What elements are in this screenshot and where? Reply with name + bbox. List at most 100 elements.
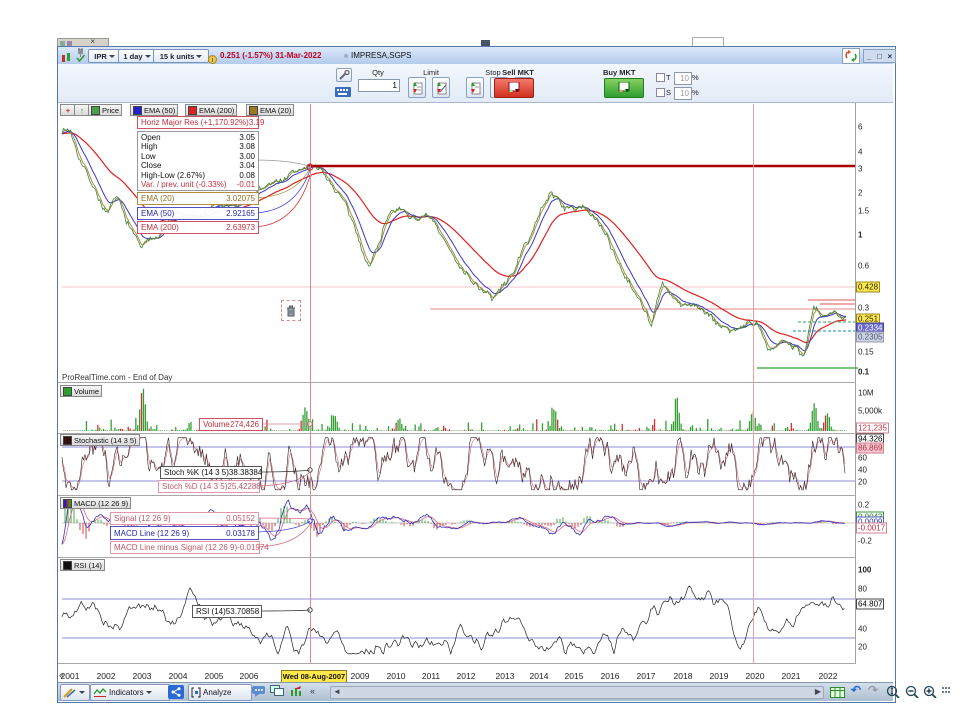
axis-label: 64.807 <box>856 599 884 610</box>
legend-ema20[interactable]: EMA (20) <box>246 104 294 116</box>
brackets-icon <box>191 687 201 698</box>
horizontal-scrollbar[interactable]: ◄ ▶ <box>330 686 824 699</box>
legend-ema200[interactable]: EMA (200) <box>185 104 237 116</box>
zoom-vertical-icon[interactable] <box>886 685 900 698</box>
bullet-icon <box>344 54 348 58</box>
stop-loss-pct-input[interactable] <box>674 87 692 100</box>
zoom-out-icon[interactable] <box>905 685 919 698</box>
axis-label: 80 <box>858 585 867 594</box>
symbol-selector[interactable]: IPR <box>88 49 121 63</box>
panel-separator[interactable] <box>58 495 856 496</box>
panel-separator[interactable] <box>58 557 856 558</box>
year-label: 2017 <box>632 671 660 681</box>
maximize-button[interactable]: □ <box>877 52 882 61</box>
legend-rsi-label: RSI (14) <box>74 561 102 570</box>
macd-line-tooltip: MACD Line (12 26 9) 0.03178 <box>110 526 259 540</box>
last-quote: 0.251 (-1.57%) 31-Mar-2022 <box>220 51 321 60</box>
legend-ema50[interactable]: EMA (50) <box>130 104 178 116</box>
legend-stochastic[interactable]: Stochastic (14 3 5) <box>60 434 140 446</box>
stop-order-button-1[interactable] <box>466 77 484 98</box>
refresh-button[interactable] <box>842 48 860 64</box>
chat-icon[interactable] <box>252 685 266 697</box>
crosshair <box>307 104 754 663</box>
qty-input[interactable] <box>358 79 400 92</box>
indicators-button[interactable]: Indicators <box>90 684 170 701</box>
legend-volume[interactable]: Volume <box>60 385 102 397</box>
ema20-swatch <box>249 106 258 115</box>
chevron-down-icon <box>109 55 115 58</box>
scroll-left-icon[interactable]: ◄ <box>333 687 341 696</box>
macd-diff-value: -0.01974 <box>237 543 269 552</box>
legend-ema200-label: EMA (200) <box>199 106 234 115</box>
close-button[interactable]: × <box>887 52 892 61</box>
stop-loss-label: S <box>666 88 671 97</box>
stoch-d-value: 25.42288 <box>227 482 260 491</box>
period-selector[interactable]: 1 day <box>118 49 156 63</box>
volume-tooltip: Volume 274,426 <box>199 418 263 431</box>
chevron-down-icon <box>196 55 202 58</box>
ohlc-tooltip: Open3.05High3.08Low3.00Close3.04High-Low… <box>137 131 259 191</box>
axis-label: 60 <box>858 454 867 463</box>
panel-separator[interactable] <box>58 382 856 383</box>
axis-label: 4 <box>858 148 862 157</box>
year-label: 2004 <box>164 671 192 681</box>
draw-tool-button[interactable] <box>60 684 90 701</box>
period-label: 1 day <box>123 52 142 61</box>
ohlc-row: Open3.05 <box>141 133 255 142</box>
sell-limit-order-button[interactable] <box>432 77 450 98</box>
bottom-toolbar: Indicators Analyze « ◄ ▶ ↶ ↷ <box>58 682 893 701</box>
legend-ema50-label: EMA (50) <box>144 106 175 115</box>
sell-mkt-button[interactable] <box>494 78 534 98</box>
stop-loss-checkbox[interactable] <box>656 88 665 97</box>
indicator-wave-icon <box>93 687 107 698</box>
axis-label: 40 <box>858 625 867 634</box>
legend-macd[interactable]: MACD (12 26 9) <box>60 497 131 509</box>
ohlc-row: Close3.04 <box>141 161 255 170</box>
resistance-tooltip: Horiz Major Res (+1,170.92%) 3.19 <box>137 116 259 129</box>
keyboard-icon[interactable] <box>335 84 351 102</box>
ema50-tooltip-label: EMA (50) <box>141 209 174 218</box>
delete-drawing-button[interactable] <box>281 300 301 321</box>
year-label: 2014 <box>525 671 553 681</box>
scroll-right-icon[interactable]: ▶ <box>815 687 821 696</box>
ema50-tooltip: EMA (50) 2.92165 <box>137 207 259 220</box>
axis-label: 0.6 <box>858 262 869 271</box>
undo-icon[interactable]: ↶ <box>851 683 861 697</box>
legend-rsi[interactable]: RSI (14) <box>60 559 105 571</box>
buy-mkt-button[interactable] <box>604 78 644 98</box>
order-panel: Qty Limit Stop Sell MKT Buy MKT T % <box>58 64 893 103</box>
year-label: 2001 <box>56 671 84 681</box>
scanner-icon[interactable] <box>290 685 303 697</box>
year-label: 2015 <box>560 671 588 681</box>
more-options-icon[interactable] <box>941 685 951 695</box>
limit-label: Limit <box>406 68 456 77</box>
trailing-checkbox[interactable] <box>656 73 665 82</box>
axis-label: 6 <box>858 123 862 132</box>
legend-price[interactable]: Price <box>88 104 122 116</box>
panel-separator[interactable] <box>58 433 856 434</box>
year-label: 2002 <box>92 671 120 681</box>
axis-label: 3 <box>858 165 862 174</box>
redo-icon[interactable]: ↷ <box>868 683 878 697</box>
collapse-icon[interactable]: « <box>310 686 315 696</box>
buy-limit-order-button[interactable] <box>408 77 426 98</box>
analyze-button[interactable]: Analyze <box>188 684 252 701</box>
axis-label: 20 <box>858 478 867 487</box>
zoom-in-icon[interactable] <box>923 685 937 698</box>
volume-tooltip-label: Volume <box>203 420 230 429</box>
year-label: 2019 <box>705 671 733 681</box>
trailing-pct-input[interactable] <box>674 72 692 85</box>
windows-icon[interactable] <box>270 685 285 697</box>
analyze-label: Analyze <box>203 688 231 697</box>
axis-label: 0.428 <box>856 282 880 293</box>
legend-price-label: Price <box>102 106 119 115</box>
report-icon[interactable] <box>830 685 845 698</box>
units-selector[interactable]: 15 k units <box>153 49 209 63</box>
axis-label: 0.15 <box>858 348 874 357</box>
wrench-icon[interactable] <box>336 68 352 82</box>
minimize-button[interactable]: _ <box>867 52 871 61</box>
trailing-pct-sign: % <box>692 73 699 82</box>
resistance-value: 3.19 <box>249 118 265 127</box>
share-icon[interactable] <box>168 685 184 699</box>
axis-label: 121,235 <box>856 423 889 434</box>
